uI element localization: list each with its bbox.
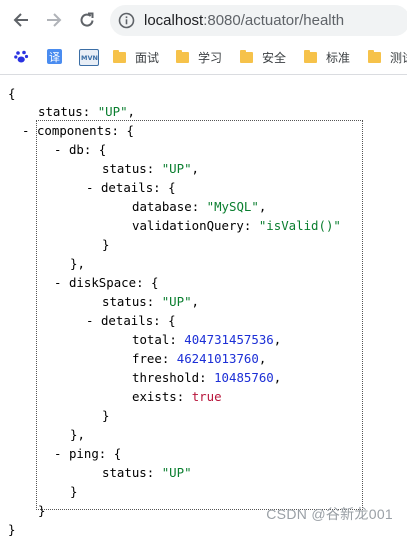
collapse-toggle[interactable]: - xyxy=(54,142,61,157)
collapse-toggle[interactable]: - xyxy=(54,275,61,290)
json-boolean: true xyxy=(191,389,222,404)
json-key: ping xyxy=(68,446,99,461)
json-key: details xyxy=(100,313,154,328)
folder-icon xyxy=(113,49,126,63)
json-close-brace: } xyxy=(38,503,46,518)
json-string: "isValid()" xyxy=(258,218,341,233)
url-path: /actuator/health xyxy=(240,12,345,29)
browser-toolbar: localhost:8080/actuator/health xyxy=(0,0,407,40)
bookmark-label: 标准 xyxy=(326,50,351,65)
json-string: "UP" xyxy=(161,465,192,480)
json-key: free xyxy=(132,351,162,366)
folder-icon xyxy=(176,49,189,63)
translate-icon[interactable]: 译 xyxy=(47,49,62,64)
json-key: status xyxy=(102,161,147,176)
collapse-toggle[interactable]: - xyxy=(54,446,61,461)
json-key: status xyxy=(102,465,147,480)
back-button[interactable] xyxy=(10,9,32,31)
json-string: "MySQL" xyxy=(206,199,259,214)
arrow-right-icon xyxy=(47,13,62,27)
json-key: database xyxy=(132,199,192,214)
collapse-toggle[interactable]: - xyxy=(86,180,93,195)
info-icon[interactable] xyxy=(118,12,135,34)
collapse-toggle[interactable]: - xyxy=(22,123,29,138)
bookmarks-bar: 译 MVN 面试 学习 安全 标准 测试 xyxy=(0,40,407,75)
bookmark-folder[interactable]: 测试 xyxy=(368,48,407,66)
json-line-db-status: status: "UP", xyxy=(102,161,199,176)
json-key: status xyxy=(38,104,83,119)
json-key: exists xyxy=(132,389,177,404)
mvn-icon[interactable]: MVN xyxy=(79,49,99,66)
bookmark-label: 安全 xyxy=(262,50,287,65)
json-key: status xyxy=(102,294,147,309)
json-close-brace: } xyxy=(102,237,110,252)
json-line-diskspace: - diskSpace: { xyxy=(54,275,159,290)
json-viewer: { status: "UP", - components: { - db: { … xyxy=(0,74,407,537)
json-key: total xyxy=(132,332,170,347)
address-bar[interactable]: localhost:8080/actuator/health xyxy=(110,5,407,36)
bookmark-folder[interactable]: 标准 xyxy=(304,48,350,66)
json-string: "UP" xyxy=(161,294,192,309)
json-close-brace: } xyxy=(70,484,78,499)
json-line-ping-status: status: "UP" xyxy=(102,465,192,480)
bookmark-label: 学习 xyxy=(198,50,223,65)
json-string: "UP" xyxy=(161,161,192,176)
json-line-components: - components: { xyxy=(22,123,134,138)
bookmark-folder[interactable]: 学习 xyxy=(176,48,222,66)
json-key: components xyxy=(36,123,112,138)
json-close-brace: } xyxy=(102,408,110,423)
json-line-total: total: 404731457536, xyxy=(132,332,282,347)
json-line-status: status: "UP", xyxy=(38,104,135,119)
json-line-threshold: threshold: 10485760, xyxy=(132,370,282,385)
json-key: diskSpace xyxy=(68,275,137,290)
json-line-disk-status: status: "UP", xyxy=(102,294,199,309)
bookmark-label: 测试 xyxy=(390,50,407,65)
json-number: 46241013760 xyxy=(176,351,259,366)
json-line-free: free: 46241013760, xyxy=(132,351,267,366)
url-text[interactable]: localhost:8080/actuator/health xyxy=(144,12,344,29)
svg-text:译: 译 xyxy=(49,51,60,64)
json-number: 404731457536 xyxy=(184,332,274,347)
arrow-left-icon xyxy=(13,13,28,27)
json-number: 10485760 xyxy=(214,370,274,385)
json-key: validationQuery xyxy=(132,218,244,233)
json-close-brace: } xyxy=(8,522,16,537)
json-string: "UP" xyxy=(97,104,128,119)
reload-button[interactable] xyxy=(76,9,98,31)
bookmark-folder[interactable]: 安全 xyxy=(240,48,286,66)
json-close-brace: }, xyxy=(70,427,85,442)
json-open-brace: { xyxy=(8,86,16,101)
watermark: CSDN @谷新龙001 xyxy=(266,506,393,522)
reload-icon xyxy=(80,12,94,27)
folder-icon xyxy=(240,49,253,63)
svg-text:MVN: MVN xyxy=(81,54,98,62)
collapse-toggle[interactable]: - xyxy=(86,313,93,328)
folder-icon xyxy=(368,49,381,63)
forward-button[interactable] xyxy=(43,9,65,31)
baidu-paw-icon[interactable] xyxy=(14,49,29,64)
json-key: details xyxy=(100,180,154,195)
json-key: db xyxy=(68,142,84,157)
url-port: :8080 xyxy=(203,12,241,29)
json-line-exists: exists: true xyxy=(132,389,222,404)
json-close-brace: }, xyxy=(70,256,85,271)
url-host: localhost xyxy=(144,12,204,29)
bookmark-folder[interactable]: 面试 xyxy=(113,48,159,66)
json-line-ping: - ping: { xyxy=(54,446,122,461)
json-line-disk-details: - details: { xyxy=(86,313,176,328)
folder-icon xyxy=(304,49,317,63)
json-line-validation: validationQuery: "isValid()" xyxy=(132,218,341,233)
json-line-db-details: - details: { xyxy=(86,180,176,195)
json-line-database: database: "MySQL", xyxy=(132,199,267,214)
json-key: threshold xyxy=(132,370,200,385)
bookmark-label: 面试 xyxy=(135,50,160,65)
json-line-db: - db: { xyxy=(54,142,107,157)
